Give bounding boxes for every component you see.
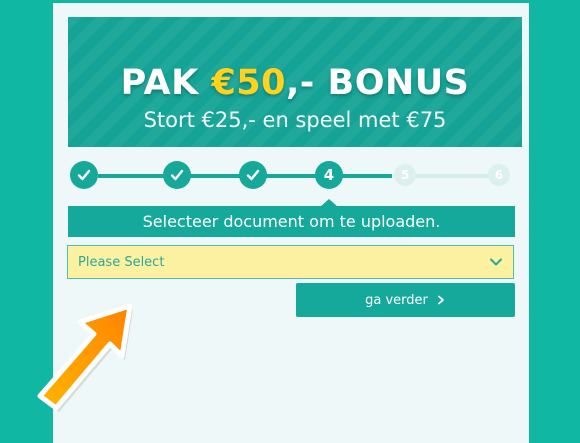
chevron-right-icon (437, 295, 444, 305)
step-connector (98, 174, 164, 178)
bonus-amount: €50 (211, 63, 287, 103)
step-connector (412, 174, 492, 178)
promo-banner[interactable]: PAK €50,- BONUS Stort €25,- en speel met… (68, 17, 522, 147)
step-5: 5 (394, 164, 416, 186)
step-connector (266, 174, 316, 178)
step-connector (190, 174, 242, 178)
check-icon (246, 169, 260, 181)
progress-stepper: 4 5 6 (70, 160, 514, 190)
document-type-select[interactable]: Please Select (67, 245, 514, 279)
check-icon (170, 169, 184, 181)
step-1 (70, 161, 98, 189)
step-3 (239, 161, 267, 189)
banner-subtitle: Stort €25,- en speel met €75 (143, 108, 447, 132)
upload-heading: Selecteer document om te uploaden. (68, 206, 515, 237)
step-2 (163, 161, 191, 189)
continue-button[interactable]: ga verder (296, 283, 515, 317)
step-4: 4 (315, 161, 343, 189)
pointer-arrow-icon (37, 303, 133, 412)
chevron-down-icon (490, 258, 502, 266)
banner-title: PAK €50,- BONUS (120, 63, 470, 103)
select-value: Please Select (78, 254, 165, 270)
step-6: 6 (488, 164, 510, 186)
check-icon (77, 169, 91, 181)
continue-label: ga verder (365, 292, 428, 308)
step-connector (342, 174, 392, 178)
